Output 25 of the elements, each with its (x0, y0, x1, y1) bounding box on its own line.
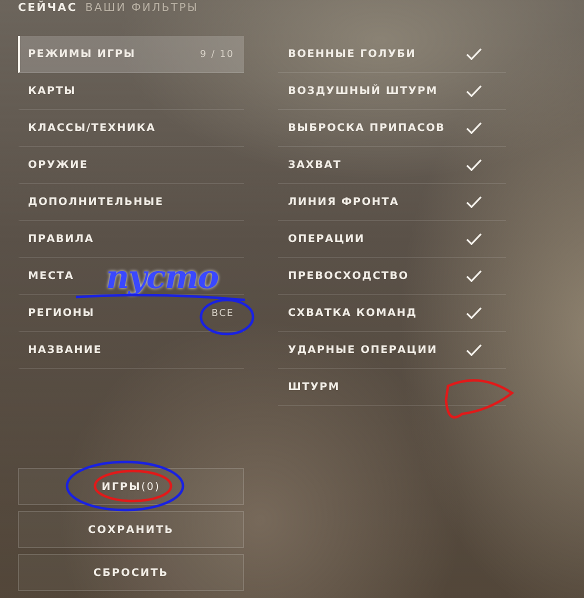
category-item[interactable]: КАРТЫ (18, 73, 244, 110)
category-item[interactable]: ОРУЖИЕ (18, 147, 244, 184)
annotation-circle (200, 298, 254, 336)
category-item[interactable]: РЕГИОНЫ ВСЕ (18, 295, 244, 332)
category-item[interactable]: КЛАССЫ/ТЕХНИКА (18, 110, 244, 147)
mode-item[interactable]: ВОЕННЫЕ ГОЛУБИ (278, 36, 506, 73)
category-item[interactable]: НАЗВАНИЕ (18, 332, 244, 369)
action-button[interactable]: СБРОСИТЬ (18, 554, 244, 591)
header-title: СЕЙЧАС (18, 1, 78, 16)
action-button[interactable]: СОХРАНИТЬ (18, 511, 244, 548)
category-item[interactable]: ДОПОЛНИТЕЛЬНЫЕ (18, 184, 244, 221)
mode-item[interactable]: ВЫБРОСКА ПРИПАСОВ (278, 110, 506, 147)
category-item[interactable]: РЕЖИМЫ ИГРЫ 9 / 10 (18, 36, 244, 73)
mode-item[interactable]: ЛИНИЯ ФРОНТА (278, 184, 506, 221)
action-button[interactable]: ИГРЫ(0) (18, 468, 244, 505)
mode-item[interactable]: УДАРНЫЕ ОПЕРАЦИИ (278, 332, 506, 369)
mode-item[interactable]: ЗАХВАТ (278, 147, 506, 184)
mode-item[interactable]: ПРЕВОСХОДСТВО (278, 258, 506, 295)
category-item[interactable]: ПРАВИЛА (18, 221, 244, 258)
header-subtitle: ВАШИ ФИЛЬТРЫ (85, 1, 198, 16)
mode-item[interactable]: ВОЗДУШНЫЙ ШТУРМ (278, 73, 506, 110)
mode-item[interactable]: ШТУРМ (278, 369, 506, 406)
mode-item[interactable]: ОПЕРАЦИИ (278, 221, 506, 258)
handwritten-note: пусто (106, 258, 218, 296)
mode-item[interactable]: СХВАТКА КОМАНД (278, 295, 506, 332)
